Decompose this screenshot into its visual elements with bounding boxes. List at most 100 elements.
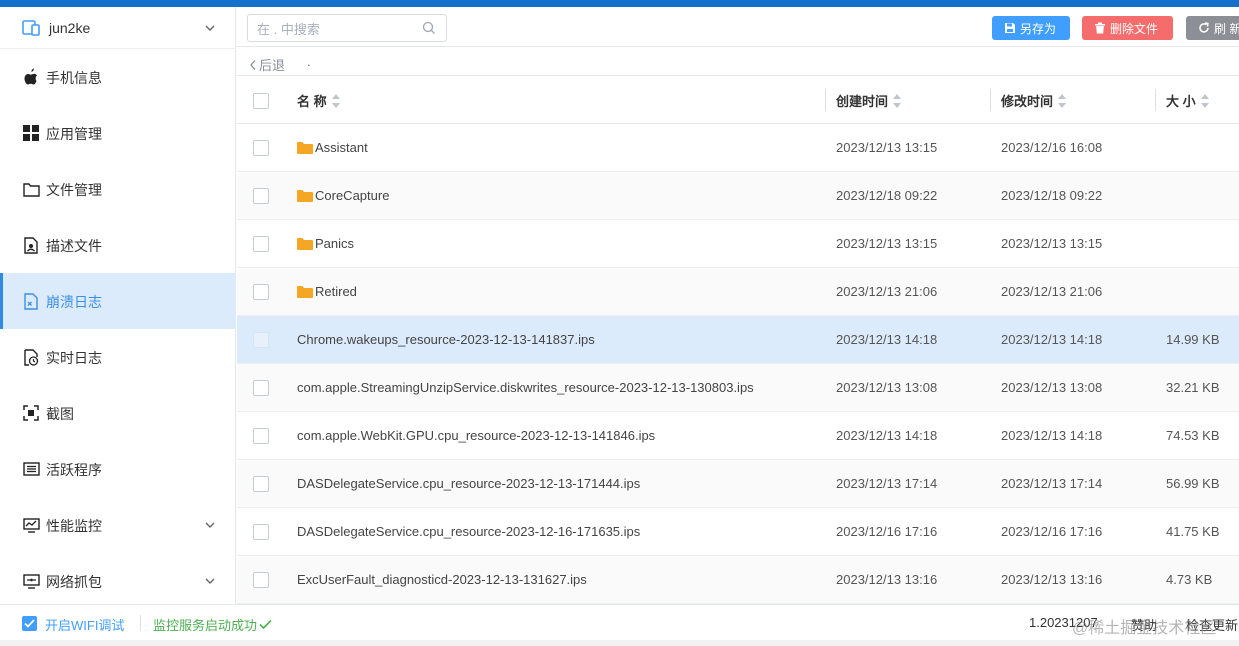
row-checkbox[interactable]: [253, 572, 269, 588]
select-all-checkbox[interactable]: [253, 77, 269, 124]
modified-time: 2023/12/13 14:18: [1001, 332, 1103, 347]
modified-time: 2023/12/13 14:18: [1001, 428, 1103, 443]
sidebar-item-screenshot[interactable]: 截图: [0, 385, 236, 441]
file-name[interactable]: Panics: [297, 236, 354, 251]
row-checkbox[interactable]: [253, 188, 269, 204]
file-name-text: Panics: [315, 236, 355, 251]
sidebar-item-label: 实时日志: [46, 350, 102, 366]
created-time: 2023/12/13 14:18: [836, 428, 938, 443]
row-checkbox[interactable]: [253, 236, 269, 252]
check-icon: [24, 619, 35, 628]
folder-icon: [297, 285, 313, 298]
sidebar-item-app-management[interactable]: 应用管理: [0, 105, 236, 161]
table-row[interactable]: CoreCapture 2023/12/18 09:22 2023/12/18 …: [237, 172, 1239, 220]
save-as-button[interactable]: 另存为: [992, 16, 1070, 40]
search-box[interactable]: [247, 14, 447, 42]
sidebar-item-phone-info[interactable]: 手机信息: [0, 49, 236, 105]
apple-icon: [22, 68, 40, 86]
sidebar-item-label: 描述文件: [46, 238, 102, 254]
file-name[interactable]: DASDelegateService.cpu_resource-2023-12-…: [297, 524, 640, 539]
realtime-log-icon: [22, 348, 40, 366]
created-time: 2023/12/13 14:18: [836, 332, 938, 347]
toolbar: 另存为 删除文件 刷 新: [237, 7, 1239, 47]
file-name[interactable]: Chrome.wakeups_resource-2023-12-13-14183…: [297, 332, 595, 347]
file-name[interactable]: ExcUserFault_diagnosticd-2023-12-13-1316…: [297, 572, 587, 587]
table-row[interactable]: Panics 2023/12/13 13:15 2023/12/13 13:15: [237, 220, 1239, 268]
monitor-status-text: 监控服务启动成功: [153, 618, 258, 633]
column-header-modified[interactable]: 修改时间: [1001, 77, 1067, 124]
table-row[interactable]: Chrome.wakeups_resource-2023-12-13-14183…: [237, 316, 1239, 364]
created-time: 2023/12/13 17:14: [836, 476, 938, 491]
column-header-name[interactable]: 名 称: [297, 77, 341, 124]
sidebar-item-crash-logs[interactable]: 崩溃日志: [0, 273, 236, 329]
column-divider[interactable]: [1155, 89, 1156, 111]
file-name[interactable]: com.apple.WebKit.GPU.cpu_resource-2023-1…: [297, 428, 655, 443]
modified-time: 2023/12/13 13:08: [1001, 380, 1103, 395]
watermark: @稀土掘金技术社区: [1072, 620, 1217, 637]
created-time: 2023/12/13 13:15: [836, 236, 938, 251]
row-checkbox[interactable]: [253, 332, 269, 348]
wifi-debug-checkbox[interactable]: [22, 616, 37, 631]
sidebar-item-performance[interactable]: 性能监控: [0, 497, 236, 553]
search-icon[interactable]: [422, 21, 436, 35]
delete-file-label: 删除文件: [1110, 21, 1159, 36]
sort-icon[interactable]: [892, 93, 902, 109]
save-as-label: 另存为: [1020, 21, 1057, 36]
column-header-size[interactable]: 大 小: [1166, 77, 1210, 124]
sidebar-item-realtime-logs[interactable]: 实时日志: [0, 329, 236, 385]
table-row[interactable]: DASDelegateService.cpu_resource-2023-12-…: [237, 508, 1239, 556]
profile-doc-icon: [22, 236, 40, 254]
sidebar-item-label: 性能监控: [46, 518, 102, 534]
column-divider[interactable]: [825, 89, 826, 111]
wifi-debug-label[interactable]: 开启WIFI调试: [45, 615, 124, 634]
file-name[interactable]: Retired: [297, 284, 357, 299]
chevron-down-icon[interactable]: [204, 575, 216, 587]
sidebar-item-profiles[interactable]: 描述文件: [0, 217, 236, 273]
device-selector[interactable]: jun2ke: [0, 7, 236, 49]
table-row[interactable]: ExcUserFault_diagnosticd-2023-12-13-1316…: [237, 556, 1239, 604]
crash-log-icon: [22, 292, 40, 310]
sort-icon[interactable]: [331, 93, 341, 109]
table-row[interactable]: com.apple.WebKit.GPU.cpu_resource-2023-1…: [237, 412, 1239, 460]
sort-icon[interactable]: [1200, 93, 1210, 109]
window-top-bar: [0, 0, 1239, 7]
column-header-created[interactable]: 创建时间: [836, 77, 902, 124]
column-header-label: 创建时间: [836, 94, 889, 109]
refresh-button[interactable]: 刷 新: [1186, 16, 1239, 40]
modified-time: 2023/12/13 17:14: [1001, 476, 1103, 491]
created-time: 2023/12/13 13:16: [836, 572, 938, 587]
row-checkbox[interactable]: [253, 428, 269, 444]
chevron-down-icon[interactable]: [204, 22, 216, 34]
file-table: 名 称 创建时间 修改时间 大 小 Assistant 2023/12/13 1…: [237, 77, 1239, 604]
file-name[interactable]: CoreCapture: [297, 188, 389, 203]
delete-file-button[interactable]: 删除文件: [1082, 16, 1173, 40]
row-checkbox[interactable]: [253, 284, 269, 300]
modified-time: 2023/12/16 17:16: [1001, 524, 1103, 539]
sidebar-item-network-capture[interactable]: 网络抓包: [0, 553, 236, 609]
file-name[interactable]: DASDelegateService.cpu_resource-2023-12-…: [297, 476, 640, 491]
folder-icon: [297, 189, 313, 202]
modified-time: 2023/12/16 16:08: [1001, 140, 1103, 155]
back-button[interactable]: 后退: [249, 55, 285, 74]
column-divider[interactable]: [990, 89, 991, 111]
status-bar: 开启WIFI调试 监控服务启动成功 1.20231207 赞助 检查更新: [0, 604, 1239, 640]
table-row[interactable]: DASDelegateService.cpu_resource-2023-12-…: [237, 460, 1239, 508]
file-name[interactable]: com.apple.StreamingUnzipService.diskwrit…: [297, 380, 754, 395]
file-name[interactable]: Assistant: [297, 140, 368, 155]
sidebar: jun2ke 手机信息 应用管理 文件管理 描述文件 崩溃日志 实时日志 截图 …: [0, 7, 236, 604]
row-checkbox[interactable]: [253, 476, 269, 492]
created-time: 2023/12/13 21:06: [836, 284, 938, 299]
row-checkbox[interactable]: [253, 140, 269, 156]
table-row[interactable]: com.apple.StreamingUnzipService.diskwrit…: [237, 364, 1239, 412]
sidebar-item-file-management[interactable]: 文件管理: [0, 161, 236, 217]
table-row[interactable]: Assistant 2023/12/13 13:15 2023/12/16 16…: [237, 124, 1239, 172]
row-checkbox[interactable]: [253, 524, 269, 540]
sidebar-item-label: 手机信息: [46, 70, 102, 86]
sort-icon[interactable]: [1057, 93, 1067, 109]
chevron-down-icon[interactable]: [204, 519, 216, 531]
table-row[interactable]: Retired 2023/12/13 21:06 2023/12/13 21:0…: [237, 268, 1239, 316]
sidebar-item-active-apps[interactable]: 活跃程序: [0, 441, 236, 497]
row-checkbox[interactable]: [253, 380, 269, 396]
modified-time: 2023/12/13 13:16: [1001, 572, 1103, 587]
search-input[interactable]: [257, 19, 417, 39]
